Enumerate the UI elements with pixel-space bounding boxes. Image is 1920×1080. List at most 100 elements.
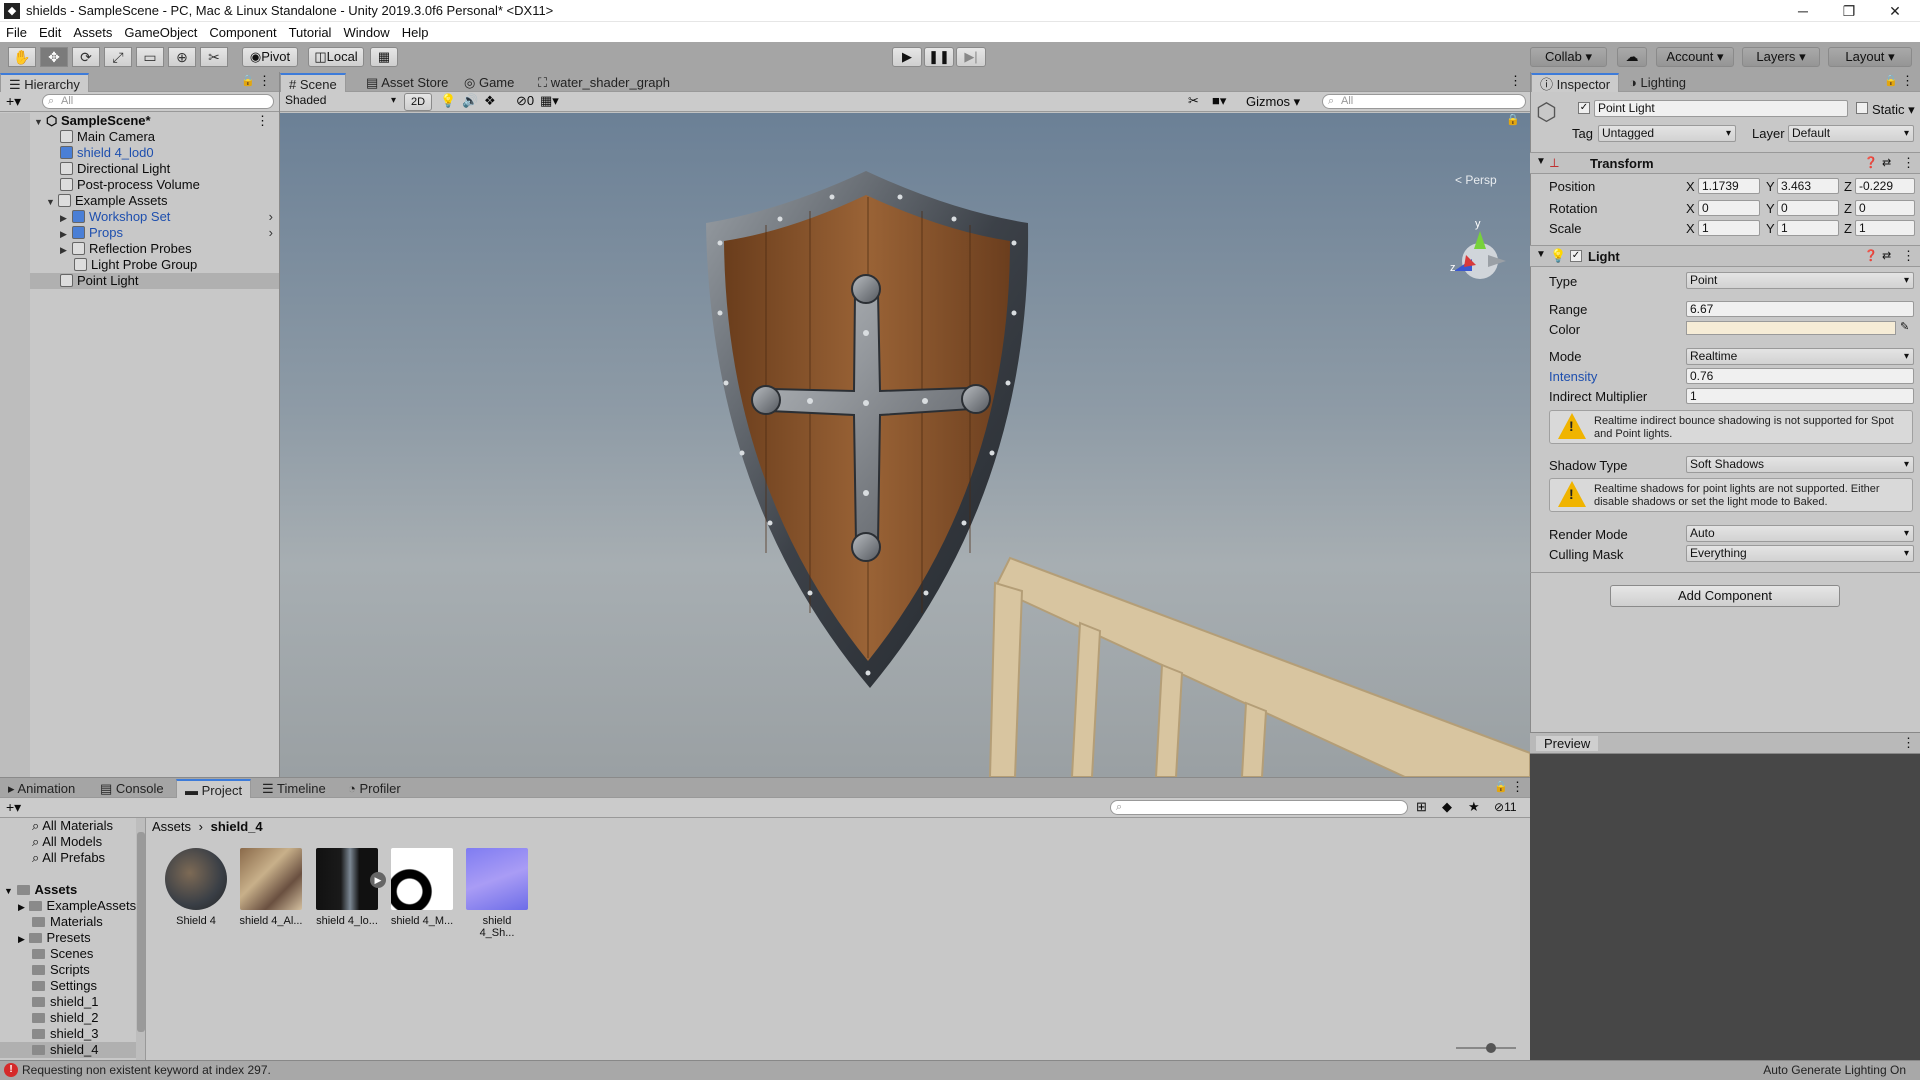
- more-icon[interactable]: ⋮: [1902, 735, 1915, 751]
- layer-dropdown[interactable]: Default: [1788, 125, 1914, 142]
- hierarchy-item-main-camera[interactable]: Main Camera: [0, 129, 279, 145]
- menu-gameobject[interactable]: GameObject: [124, 25, 197, 40]
- folder-presets[interactable]: ▶ Presets: [0, 930, 91, 946]
- step-button[interactable]: ▶|: [956, 47, 986, 67]
- menu-window[interactable]: Window: [343, 25, 389, 40]
- light-enabled-checkbox[interactable]: ✓: [1570, 250, 1582, 262]
- hierarchy-item-light-probe-group[interactable]: Light Probe Group: [0, 257, 279, 273]
- tab-console[interactable]: ▤ Console: [92, 779, 172, 798]
- range-field[interactable]: 6.67: [1686, 301, 1914, 317]
- position-x-field[interactable]: 1.1739: [1698, 178, 1760, 194]
- culling-mask-dropdown[interactable]: Everything: [1686, 545, 1914, 562]
- object-name-field[interactable]: Point Light: [1594, 100, 1848, 117]
- shadow-type-dropdown[interactable]: Soft Shadows: [1686, 456, 1914, 473]
- custom-tool-icon[interactable]: ✂: [200, 47, 228, 67]
- static-checkbox[interactable]: [1856, 102, 1868, 114]
- folder-shield-2[interactable]: shield_2: [0, 1010, 98, 1026]
- scene-search-input[interactable]: ⌕ All: [1322, 94, 1526, 109]
- grid-snap-button[interactable]: ▦: [370, 47, 398, 67]
- expand-arrow-icon[interactable]: ▼: [46, 194, 58, 210]
- folder-scenes[interactable]: Scenes: [0, 946, 93, 962]
- scale-z-field[interactable]: 1: [1855, 220, 1915, 236]
- hierarchy-search-input[interactable]: ⌕ All: [42, 94, 274, 109]
- folder-settings[interactable]: Settings: [0, 978, 97, 994]
- folder-shield-1[interactable]: shield_1: [0, 994, 98, 1010]
- collapse-arrow-icon[interactable]: ▼: [1536, 156, 1546, 167]
- folder-scripts[interactable]: Scripts: [0, 962, 90, 978]
- preview-header[interactable]: Preview ⋮: [1530, 732, 1920, 754]
- tab-inspector[interactable]: ⓘ Inspector: [1531, 73, 1620, 92]
- light-header[interactable]: ▼ 💡 ✓ Light ❓ ⇄ ⋮: [1530, 245, 1920, 267]
- maximize-button[interactable]: ❐: [1826, 0, 1872, 22]
- hidden-packages-icon[interactable]: ⊘11: [1494, 800, 1517, 814]
- expand-arrow-icon[interactable]: ▼: [34, 114, 46, 130]
- 2d-toggle[interactable]: 2D: [404, 93, 432, 111]
- eyedropper-icon[interactable]: ✎: [1900, 320, 1909, 333]
- breadcrumb-assets[interactable]: Assets: [152, 819, 191, 834]
- lock-icon[interactable]: 🔒: [241, 74, 255, 87]
- add-component-button[interactable]: Add Component: [1610, 585, 1840, 607]
- folder-shield-4[interactable]: shield_4: [0, 1042, 136, 1058]
- folder-materials[interactable]: Materials: [0, 914, 103, 930]
- collapse-arrow-icon[interactable]: ▼: [1536, 249, 1546, 260]
- add-icon[interactable]: +▾: [6, 799, 21, 816]
- local-button[interactable]: ◫Local: [308, 47, 364, 67]
- rect-tool-icon[interactable]: ▭: [136, 47, 164, 67]
- position-y-field[interactable]: 3.463: [1777, 178, 1839, 194]
- rotation-x-field[interactable]: 0: [1698, 200, 1760, 216]
- grid-toggle-icon[interactable]: ▦▾: [540, 93, 559, 109]
- pivot-button[interactable]: ◉Pivot: [242, 47, 298, 67]
- lock-icon[interactable]: 🔒: [1884, 74, 1898, 87]
- layout-dropdown[interactable]: Layout ▾: [1828, 47, 1912, 67]
- camera-icon[interactable]: ■▾: [1212, 93, 1226, 109]
- assets-root-folder[interactable]: ▼ Assets: [0, 882, 77, 898]
- tree-scrollbar[interactable]: [136, 818, 145, 1060]
- tools-icon[interactable]: ✂: [1188, 93, 1199, 109]
- tab-water-shader-graph[interactable]: ⛶ water_shader_graph: [530, 73, 678, 92]
- layers-dropdown[interactable]: Layers ▾: [1742, 47, 1820, 67]
- account-dropdown[interactable]: Account ▾: [1656, 47, 1734, 67]
- rotation-z-field[interactable]: 0: [1855, 200, 1915, 216]
- hand-tool-icon[interactable]: ✋: [8, 47, 36, 67]
- asset-shield-4-shader[interactable]: shield 4_Sh...: [464, 848, 530, 939]
- minimize-button[interactable]: ─: [1780, 0, 1826, 22]
- indirect-multiplier-field[interactable]: 1: [1686, 388, 1914, 404]
- filter-type-icon[interactable]: ⊞: [1416, 799, 1427, 815]
- audio-toggle-icon[interactable]: 🔊: [462, 93, 478, 109]
- auto-lighting-status[interactable]: Auto Generate Lighting On: [1763, 1063, 1906, 1077]
- tab-animation[interactable]: ▸ Animation: [0, 779, 83, 798]
- thumbnail-size-slider[interactable]: [1456, 1043, 1516, 1053]
- filter-label-icon[interactable]: ◆: [1442, 799, 1452, 815]
- collab-button[interactable]: Collab ▾: [1530, 47, 1607, 67]
- move-tool-icon[interactable]: ✥: [40, 47, 68, 67]
- lock-icon[interactable]: 🔒: [1494, 780, 1508, 793]
- menu-file[interactable]: File: [6, 25, 27, 40]
- static-label[interactable]: Static ▾: [1872, 102, 1915, 118]
- lighting-toggle-icon[interactable]: 💡: [440, 93, 456, 109]
- chevron-right-icon[interactable]: ›: [269, 209, 273, 225]
- more-icon[interactable]: ⋮: [1902, 248, 1915, 264]
- hierarchy-item-example-assets[interactable]: ▼ Example Assets: [0, 193, 279, 209]
- shading-mode-dropdown[interactable]: Shaded: [282, 93, 400, 110]
- lock-icon[interactable]: 🔒: [1506, 113, 1520, 126]
- tab-project[interactable]: ▬ Project: [176, 779, 252, 798]
- persp-label[interactable]: < Persp: [1455, 173, 1497, 187]
- cloud-button[interactable]: ☁: [1617, 47, 1647, 67]
- effects-toggle-icon[interactable]: ❖: [484, 93, 496, 109]
- scale-x-field[interactable]: 1: [1698, 220, 1760, 236]
- favorite-all-prefabs[interactable]: ⌕ All Prefabs: [0, 850, 105, 866]
- expand-arrow-icon[interactable]: ▶: [18, 902, 25, 912]
- hierarchy-item-point-light[interactable]: Point Light: [0, 273, 279, 289]
- scale-y-field[interactable]: 1: [1777, 220, 1839, 236]
- hierarchy-item-shield[interactable]: shield 4_lod0: [0, 145, 279, 161]
- menu-edit[interactable]: Edit: [39, 25, 61, 40]
- tab-profiler[interactable]: ◔ Profiler: [340, 779, 409, 798]
- help-icon[interactable]: ❓: [1864, 156, 1878, 169]
- more-icon[interactable]: ⋮: [1511, 779, 1524, 795]
- expand-arrow-icon[interactable]: ▶: [60, 242, 72, 258]
- gizmos-dropdown[interactable]: Gizmos ▾: [1246, 94, 1300, 110]
- add-icon[interactable]: +▾: [6, 93, 21, 110]
- preset-icon[interactable]: ⇄: [1882, 249, 1891, 262]
- favorite-all-models[interactable]: ⌕ All Models: [0, 834, 102, 850]
- favorite-star-icon[interactable]: ★: [1468, 799, 1480, 815]
